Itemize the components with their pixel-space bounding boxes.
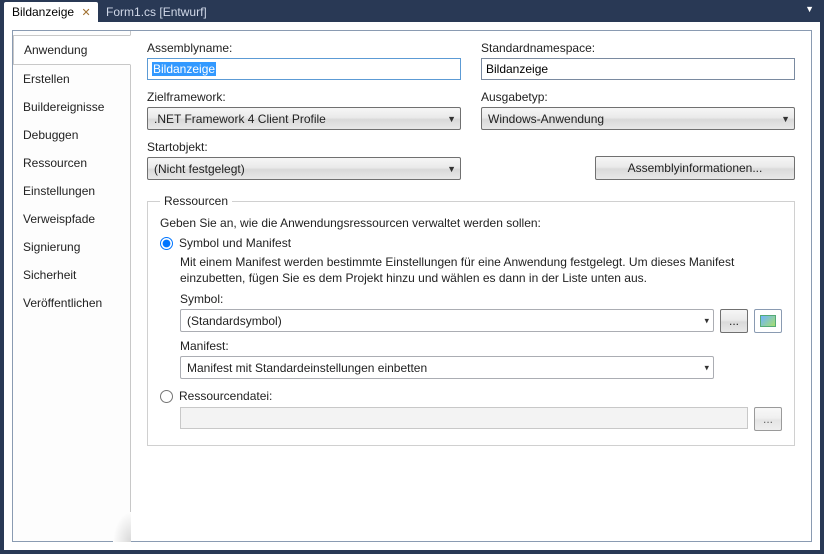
- manifest-value: Manifest mit Standardeinstellungen einbe…: [187, 361, 427, 375]
- symbol-value: (Standardsymbol): [187, 314, 282, 328]
- nav-label: Anwendung: [24, 43, 87, 57]
- resources-legend: Ressourcen: [160, 194, 232, 208]
- document-tab-bildanzeige[interactable]: Bildanzeige ✕: [4, 2, 98, 22]
- resourcefile-input-disabled: [180, 407, 748, 429]
- nav-item-buildereignisse[interactable]: Buildereignisse: [13, 93, 130, 121]
- assemblyinfo-button-label: Assemblyinformationen...: [628, 161, 763, 175]
- nav-label: Einstellungen: [23, 184, 95, 198]
- outputtype-combo[interactable]: Windows-Anwendung ▼: [481, 107, 795, 130]
- chevron-down-icon: ▾: [704, 315, 709, 326]
- nav-label: Sicherheit: [23, 268, 76, 282]
- symbol-label: Symbol:: [180, 292, 782, 306]
- properties-page: Anwendung Erstellen Buildereignisse Debu…: [12, 30, 812, 542]
- startobject-combo[interactable]: (Nicht festgelegt) ▼: [147, 157, 461, 180]
- targetframework-label: Zielframework:: [147, 90, 461, 104]
- assemblyinfo-button[interactable]: Assemblyinformationen...: [595, 156, 795, 180]
- nav-item-debuggen[interactable]: Debuggen: [13, 121, 130, 149]
- document-tab-form1[interactable]: Form1.cs [Entwurf]: [98, 2, 213, 22]
- radio-resourcefile-label: Ressourcendatei:: [179, 389, 272, 403]
- nav-label: Signierung: [23, 240, 80, 254]
- nav-item-signierung[interactable]: Signierung: [13, 233, 130, 261]
- targetframework-combo[interactable]: .NET Framework 4 Client Profile ▼: [147, 107, 461, 130]
- resources-group: Ressourcen Geben Sie an, wie die Anwendu…: [147, 194, 795, 446]
- symbol-browse-button[interactable]: ...: [720, 309, 748, 333]
- nav-label: Verweispfade: [23, 212, 95, 226]
- project-properties-window: Bildanzeige ✕ Form1.cs [Entwurf] ▼ Anwen…: [0, 0, 824, 554]
- radio-icon-manifest[interactable]: [160, 237, 173, 250]
- nav-item-verweispfade[interactable]: Verweispfade: [13, 205, 130, 233]
- document-tab-label: Bildanzeige: [12, 5, 74, 19]
- assemblyname-label: Assemblyname:: [147, 41, 461, 55]
- nav-item-einstellungen[interactable]: Einstellungen: [13, 177, 130, 205]
- nav-label: Ressourcen: [23, 156, 87, 170]
- defaultnamespace-input[interactable]: [481, 58, 795, 80]
- radio-resourcefile[interactable]: [160, 390, 173, 403]
- assemblyname-value: Bildanzeige: [152, 62, 216, 76]
- properties-nav: Anwendung Erstellen Buildereignisse Debu…: [13, 31, 131, 541]
- outputtype-value: Windows-Anwendung: [488, 112, 604, 126]
- chevron-down-icon: ▼: [781, 114, 790, 124]
- defaultnamespace-label: Standardnamespace:: [481, 41, 795, 55]
- chevron-down-icon: ▼: [447, 164, 456, 174]
- radio-icon-manifest-label: Symbol und Manifest: [179, 236, 291, 250]
- client-area: Anwendung Erstellen Buildereignisse Debu…: [4, 22, 820, 550]
- assemblyname-input[interactable]: Bildanzeige: [147, 58, 461, 80]
- manifest-label: Manifest:: [180, 339, 782, 353]
- targetframework-value: .NET Framework 4 Client Profile: [154, 112, 326, 126]
- document-tab-label: Form1.cs [Entwurf]: [106, 5, 207, 19]
- symbol-combo[interactable]: (Standardsymbol) ▾: [180, 309, 714, 332]
- nav-label: Erstellen: [23, 72, 70, 86]
- resources-instruction: Geben Sie an, wie die Anwendungsressourc…: [160, 216, 782, 230]
- document-tabstrip: Bildanzeige ✕ Form1.cs [Entwurf] ▼: [0, 0, 824, 22]
- icon-manifest-help: Mit einem Manifest werden bestimmte Eins…: [180, 254, 782, 286]
- application-panel: Assemblyname: Bildanzeige Standardnamesp…: [131, 31, 811, 541]
- manifest-combo[interactable]: Manifest mit Standardeinstellungen einbe…: [180, 356, 714, 379]
- nav-item-erstellen[interactable]: Erstellen: [13, 65, 130, 93]
- nav-label: Buildereignisse: [23, 100, 104, 114]
- ellipsis-icon: ...: [763, 412, 773, 426]
- startobject-label: Startobjekt:: [147, 140, 461, 154]
- nav-item-veroeffentlichen[interactable]: Veröffentlichen: [13, 289, 130, 317]
- close-icon[interactable]: ✕: [80, 6, 92, 18]
- startobject-value: (Nicht festgelegt): [154, 162, 245, 176]
- resourcefile-browse-button: ...: [754, 407, 782, 431]
- nav-item-anwendung[interactable]: Anwendung: [13, 35, 131, 65]
- tab-overflow-dropdown[interactable]: ▼: [805, 4, 814, 14]
- ellipsis-icon: ...: [729, 314, 739, 328]
- image-icon: [760, 315, 776, 327]
- symbol-preview-icon: [754, 309, 782, 333]
- nav-label: Debuggen: [23, 128, 78, 142]
- outputtype-label: Ausgabetyp:: [481, 90, 795, 104]
- nav-item-ressourcen[interactable]: Ressourcen: [13, 149, 130, 177]
- nav-item-sicherheit[interactable]: Sicherheit: [13, 261, 130, 289]
- chevron-down-icon: ▼: [447, 114, 456, 124]
- chevron-down-icon: ▾: [704, 362, 709, 373]
- nav-label: Veröffentlichen: [23, 296, 102, 310]
